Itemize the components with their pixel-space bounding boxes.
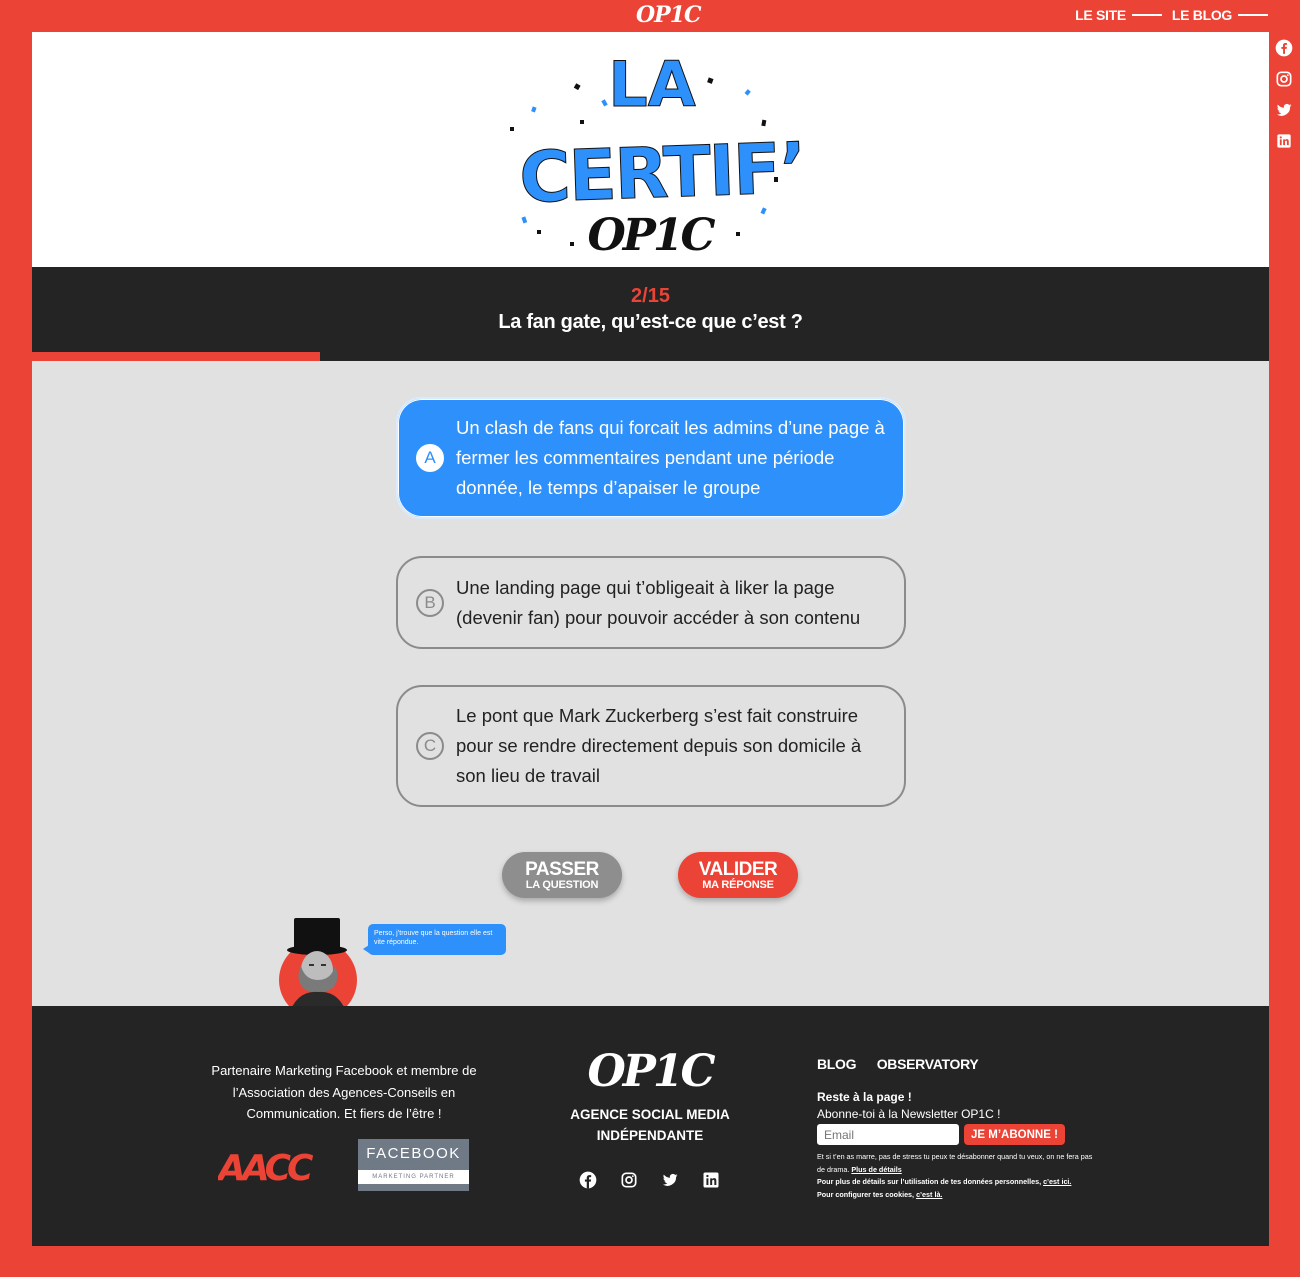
subscribe-button[interactable]: JE M’ABONNE !: [964, 1124, 1065, 1145]
answer-text: Un clash de fans qui forcait les admins …: [456, 417, 885, 498]
answer-option-b[interactable]: B Une landing page qui t’obligeait à lik…: [396, 556, 906, 649]
mascot-speech-bubble: Perso, j’trouve que la question elle est…: [363, 924, 506, 955]
progress-bar: [32, 352, 321, 361]
top-bar: OP1C LE SITE LE BLOG: [0, 0, 1300, 32]
legal-text-3: Pour configurer tes cookies,: [817, 1189, 915, 1199]
hero-line-op1c: OP1C: [587, 210, 715, 261]
top-nav: LE SITE LE BLOG: [1075, 7, 1268, 23]
footer: Partenaire Marketing Facebook et membre …: [32, 1006, 1269, 1246]
newsletter-title: Reste à la page !: [817, 1090, 912, 1104]
answer-option-a[interactable]: A Un clash de fans qui forcait les admin…: [396, 397, 906, 519]
top-logo[interactable]: OP1C: [636, 2, 702, 28]
nav-le-site[interactable]: LE SITE: [1075, 7, 1172, 23]
validate-sublabel: MA RÉPONSE: [702, 879, 774, 891]
question-text: La fan gate, qu’est-ce que c’est ?: [498, 311, 803, 333]
legal-link-details[interactable]: Plus de détails: [851, 1165, 901, 1174]
nav-dash: [1238, 14, 1268, 16]
legal-link-data[interactable]: c’est ici.: [1043, 1177, 1071, 1186]
partner-text: Partenaire Marketing Facebook et membre …: [211, 1063, 477, 1121]
fb-badge-subtitle: MARKETING PARTNER: [358, 1170, 469, 1184]
main-frame: LA CERTIF’ OP1C 2/15 La fan gate, qu’est…: [32, 32, 1269, 1246]
email-field[interactable]: [817, 1124, 959, 1145]
linkedin-icon[interactable]: [1274, 131, 1294, 151]
answer-option-c[interactable]: C Le pont que Mark Zuckerberg s’est fait…: [396, 685, 906, 807]
validate-label: VALIDER: [698, 859, 778, 880]
question-bar: 2/15 La fan gate, qu’est-ce que c’est ?: [32, 267, 1269, 361]
twitter-icon[interactable]: [1274, 100, 1294, 120]
legal-text-2: Pour plus de détails sur l’utilisation d…: [817, 1177, 1042, 1186]
newsletter-subtitle: Abonne-toi à la Newsletter OP1C !: [817, 1107, 1001, 1121]
instagram-icon[interactable]: [619, 1170, 639, 1190]
facebook-icon[interactable]: [578, 1170, 598, 1190]
question-number: 2/15: [631, 285, 670, 307]
skip-question-button[interactable]: PASSER LA QUESTION: [502, 852, 622, 898]
certif-logo: LA CERTIF’ OP1C: [510, 48, 807, 261]
legal-link-cookies[interactable]: c’est là.: [916, 1190, 942, 1199]
nav-le-blog[interactable]: LE BLOG: [1172, 7, 1268, 23]
aacc-logo[interactable]: AACC: [218, 1150, 334, 1184]
footer-newsletter: BLOG OBSERVATORY Reste à la page ! Abonn…: [817, 1056, 1117, 1201]
nav-le-blog-label: LE BLOG: [1171, 7, 1232, 23]
answers-area: A Un clash de fans qui forcait les admin…: [32, 361, 1269, 1020]
hero: LA CERTIF’ OP1C: [32, 32, 1269, 267]
answer-text: Une landing page qui t’obligeait à liker…: [456, 576, 861, 628]
twitter-icon[interactable]: [660, 1170, 680, 1190]
footer-links: BLOG OBSERVATORY: [817, 1056, 1117, 1074]
instagram-icon[interactable]: [1274, 69, 1294, 89]
answer-letter-badge: A: [416, 444, 444, 472]
footer-link-observatory[interactable]: OBSERVATORY: [877, 1056, 979, 1072]
linkedin-icon[interactable]: [701, 1170, 721, 1190]
footer-logo[interactable]: OP1C: [570, 1048, 730, 1096]
newsletter-form: JE M’ABONNE !: [817, 1124, 1117, 1145]
footer-link-blog[interactable]: BLOG: [817, 1056, 857, 1072]
facebook-partner-badge[interactable]: FACEBOOK MARKETING PARTNER: [358, 1139, 469, 1191]
skip-sublabel: LA QUESTION: [525, 879, 599, 891]
footer-tagline-1: AGENCE SOCIAL MEDIA: [570, 1107, 730, 1122]
nav-dash: [1131, 14, 1162, 16]
svg-text:AACC: AACC: [218, 1150, 314, 1184]
footer-socials: [578, 1170, 742, 1190]
fb-badge-title: FACEBOOK: [366, 1145, 461, 1162]
answer-letter-badge: C: [416, 732, 444, 760]
facebook-icon[interactable]: [1274, 38, 1294, 58]
answer-letter-badge: B: [416, 588, 444, 617]
validate-answer-button[interactable]: VALIDER MA RÉPONSE: [678, 852, 798, 898]
newsletter-legal: Et si t’en as marre, pas de stress tu pe…: [817, 1151, 1099, 1201]
side-social-bar: [1274, 38, 1296, 162]
hero-line-la: LA: [608, 48, 696, 121]
nav-le-site-label: LE SITE: [1075, 7, 1126, 23]
footer-tagline-2: INDÉPENDANTE: [596, 1128, 704, 1143]
hero-line-certif: CERTIF’: [518, 127, 806, 219]
answer-text: Le pont que Mark Zuckerberg s’est fait c…: [456, 705, 862, 786]
footer-brand: OP1C AGENCE SOCIAL MEDIA INDÉPENDANTE: [570, 1048, 730, 1146]
skip-label: PASSER: [525, 859, 599, 880]
